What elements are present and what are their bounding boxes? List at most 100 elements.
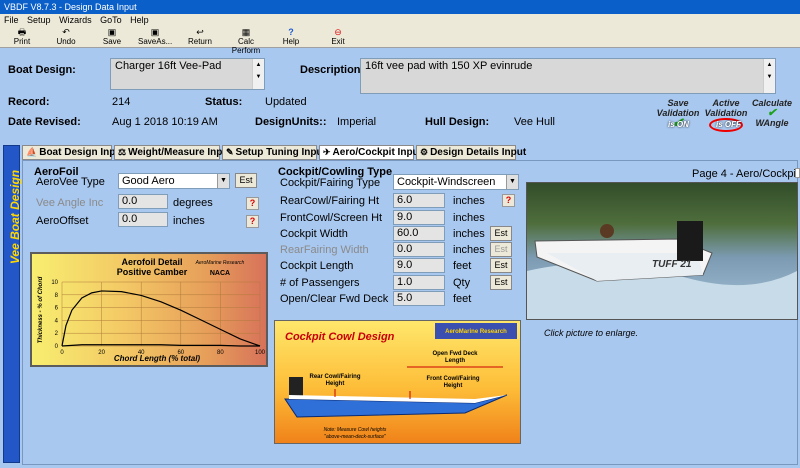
cowl-diagram-svg: Cockpit Cowl Design AeroMarine Research …: [284, 323, 517, 440]
cockpit-row-input[interactable]: 0.0: [393, 242, 445, 257]
save-button[interactable]: ▣ Save: [98, 27, 126, 47]
vee-angle-input[interactable]: 0.0: [118, 194, 168, 209]
cockpit-row-help-button[interactable]: ?: [502, 194, 515, 207]
tab-weight-measure-input[interactable]: ⚖ Weight/Measure Input: [114, 145, 232, 160]
cockpit-row-unit: inches: [453, 244, 485, 256]
tab-boat-design-input[interactable]: ⛵ Boat Design Input: [22, 145, 125, 160]
aerovee-est-button[interactable]: Est: [235, 173, 257, 188]
scrollbar[interactable]: ▲ ▼: [252, 59, 264, 89]
cockpit-row-input[interactable]: 1.0: [393, 275, 445, 290]
outboard-motor-icon: [677, 221, 703, 261]
aerofoil-chart[interactable]: Aerofoil Detail Positive Camber AeroMari…: [30, 252, 268, 367]
aerooffset-help-button[interactable]: ?: [246, 215, 259, 228]
open-deck-label-1: Open Fwd Deck: [432, 351, 478, 357]
menu-goto[interactable]: GoTo: [100, 15, 122, 25]
cockpit-type-label: Cockpit/Fairing Type: [280, 177, 381, 189]
cockpit-row-label: FrontCowl/Screen Ht: [280, 212, 383, 224]
hull-design-value: Vee Hull: [514, 116, 555, 128]
cockpit-row-unit: feet: [453, 293, 472, 305]
record-label: Record:: [8, 96, 50, 108]
save-validation-toggle[interactable]: Save Validation ✔ is ON: [656, 98, 700, 134]
y-tick-label: 0: [55, 344, 59, 350]
cockpit-row-est-button[interactable]: Est: [490, 258, 512, 273]
boat-photo[interactable]: TUFF 21: [526, 182, 798, 320]
print-button[interactable]: 🖶 Print: [8, 27, 36, 47]
cockpit-row-unit: feet: [453, 260, 472, 272]
cockpit-row-est-button[interactable]: Est: [490, 226, 512, 241]
y-tick-label: 10: [51, 280, 58, 286]
cockpit-row-input[interactable]: 9.0: [393, 210, 445, 225]
record-value: 214: [112, 96, 131, 108]
return-button[interactable]: ↩ Return: [186, 27, 214, 47]
cockpit-row-input[interactable]: 9.0: [393, 258, 445, 273]
printer-icon: 🖶: [17, 27, 27, 37]
tab-design-details-input[interactable]: ⚙ Design Details Input: [416, 145, 526, 160]
boat-photo-svg: TUFF 21: [527, 221, 797, 319]
hull-text: TUFF 21: [652, 259, 692, 270]
help-icon: ?: [288, 27, 294, 37]
floppy-icon: ▣: [107, 27, 117, 37]
floppy-icon: ▣: [150, 27, 160, 37]
cockpit-type-select[interactable]: Cockpit-Windscreen ▼: [393, 174, 519, 190]
saveas-button[interactable]: ▣ SaveAs...: [138, 27, 172, 47]
boat-design-field[interactable]: Charger 16ft Vee-Pad ▲ ▼: [110, 58, 265, 90]
y-tick-label: 2: [55, 331, 59, 337]
aerooffset-input[interactable]: 0.0: [118, 212, 168, 227]
cockpit-row-unit: inches: [453, 228, 485, 240]
side-banner: Vee Boat Design: [3, 145, 22, 463]
rear-cowl-label-2: Height: [326, 381, 345, 387]
tab-setup-tuning-input[interactable]: ✎ Setup Tuning Input: [222, 145, 326, 160]
chart-xlabel: Chord Length (% total): [114, 354, 201, 363]
cockpit-row-label: RearFairing Width: [280, 244, 369, 256]
cowl-brand: AeroMarine Research: [445, 329, 507, 335]
chart-title-line1: Aerofoil Detail: [121, 257, 182, 267]
toolbar: 🖶 Print ↶ Undo ▣ Save ▣ SaveAs... ↩ Return ▦ C…: [0, 26, 800, 55]
design-units-value: Imperial: [337, 116, 377, 128]
cockpit-row-unit: inches: [453, 195, 485, 207]
wrench-icon: ✎: [226, 147, 234, 157]
menu-file[interactable]: File: [4, 15, 19, 25]
rear-cowl-label-1: Rear Cowl/Fairing: [309, 374, 360, 380]
cowl-note-1: Note: Measure Cowl heights: [324, 427, 387, 433]
aerooffset-unit: inches: [173, 215, 205, 227]
help-button[interactable]: ? Help: [279, 27, 303, 47]
y-tick-label: 4: [55, 318, 59, 324]
cockpit-row-input[interactable]: 6.0: [393, 193, 445, 208]
cockpit-row-input[interactable]: 5.0: [393, 291, 445, 306]
window-title: VBDF V8.7.3 - Design Data Input: [0, 0, 800, 14]
cockpit-row-unit: inches: [453, 212, 485, 224]
y-tick-label: 8: [55, 293, 59, 299]
tab-aero-cockpit-input[interactable]: ✈ Aero/Cockpit Input: [319, 145, 422, 160]
aero-icon: ✈: [323, 147, 331, 157]
aerofoil-chart-svg: Aerofoil Detail Positive Camber AeroMari…: [38, 257, 266, 363]
cockpit-row-label: Open/Clear Fwd Deck: [280, 293, 389, 305]
active-validation-toggle[interactable]: Active Validation is OFF: [704, 98, 748, 134]
cowl-note-2: "above-mean-deck-surface": [324, 434, 386, 440]
vee-angle-help-button[interactable]: ?: [246, 197, 259, 210]
boat-icon: ⛵: [26, 147, 38, 157]
calc-perform-button[interactable]: ▦ Calc Perform: [224, 27, 268, 55]
open-deck-label-2: Length: [445, 358, 465, 364]
aerovee-type-select[interactable]: Good Aero ▼: [118, 173, 230, 189]
chevron-down-icon: ▼: [217, 174, 229, 188]
details-icon: ⚙: [420, 147, 429, 157]
undo-button[interactable]: ↶ Undo: [52, 27, 80, 47]
x-tick-label: 20: [98, 350, 105, 356]
status-label: Status:: [205, 96, 243, 108]
aerovee-type-label: AeroVee Type: [36, 176, 105, 188]
menu-wizards[interactable]: Wizards: [59, 15, 92, 25]
chart-grid: [61, 281, 261, 347]
calculate-wangle-button[interactable]: Calculate ✔ WAngle: [750, 98, 794, 134]
exit-button[interactable]: ⊖ Exit: [326, 27, 350, 47]
cowl-diagram-title: Cockpit Cowl Design: [285, 331, 395, 343]
cockpit-cowl-diagram[interactable]: Cockpit Cowl Design AeroMarine Research …: [274, 320, 521, 444]
scrollbar[interactable]: ▲ ▼: [763, 59, 775, 93]
menu-help[interactable]: Help: [130, 15, 149, 25]
menu-setup[interactable]: Setup: [27, 15, 51, 25]
cockpit-row-unit: Qty: [453, 277, 471, 289]
scale-icon: ⚖: [118, 147, 127, 157]
description-field[interactable]: 16ft vee pad with 150 XP evinrude ▲ ▼: [360, 58, 776, 94]
cockpit-row-input[interactable]: 60.0: [393, 226, 445, 241]
cockpit-row-est-button[interactable]: Est: [490, 275, 512, 290]
cockpit-row-est-button[interactable]: Est: [490, 242, 512, 257]
